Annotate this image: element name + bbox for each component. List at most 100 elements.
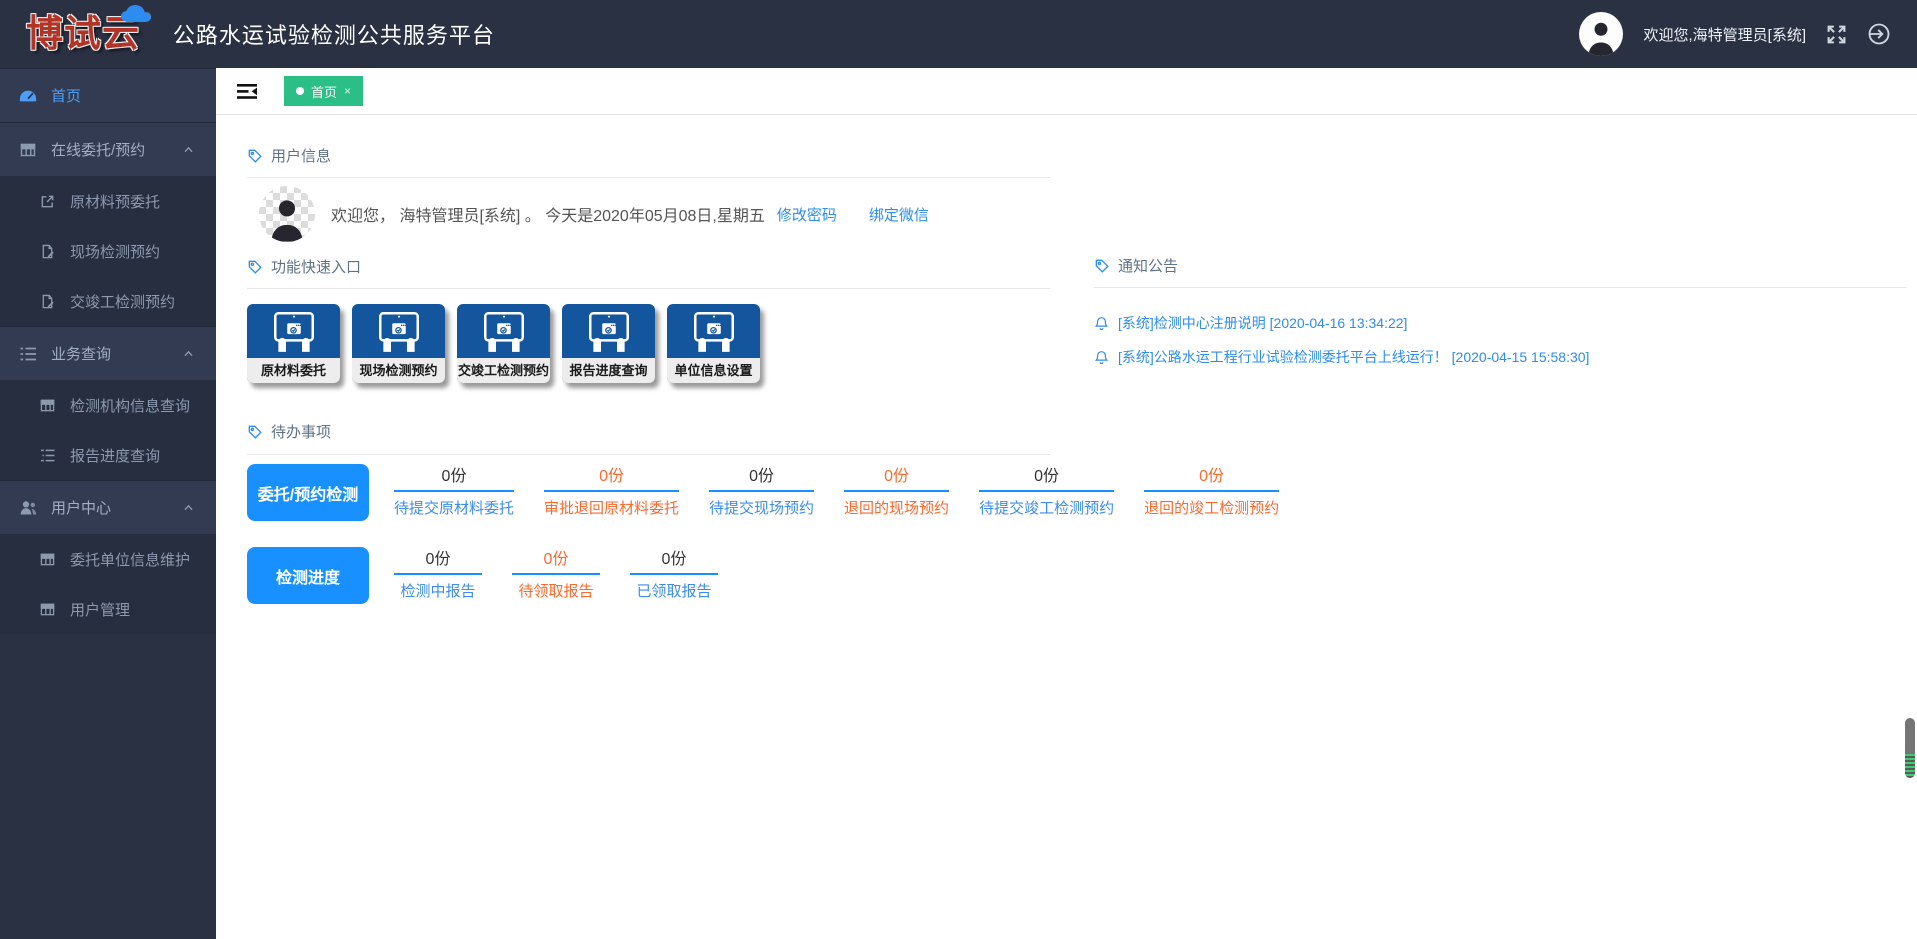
- stat-label-link[interactable]: 审批退回原材料委托: [544, 492, 679, 521]
- file-edit-icon: [38, 294, 56, 309]
- stat-count: 0份: [979, 464, 1114, 492]
- tile-report-progress-query[interactable]: 报告进度查询: [562, 304, 655, 383]
- stat-label-link[interactable]: 待提交竣工检测预约: [979, 492, 1114, 521]
- stat-label-link[interactable]: 待领取报告: [512, 575, 600, 604]
- sidebar-item-user-management[interactable]: 用户管理: [0, 584, 216, 634]
- stat-columns: 0份 检测中报告 0份 待领取报告 0份 已领取报告: [379, 547, 733, 604]
- tag-icon: [247, 424, 263, 440]
- stat-label-link[interactable]: 已领取报告: [630, 575, 718, 604]
- sidebar-item-label: 首页: [51, 85, 81, 106]
- sidebar-item-label: 检测机构信息查询: [70, 395, 190, 416]
- notice-panel: 通知公告 [系统]检测中心注册说明 [2020-04-16 13:34:22] …: [1094, 255, 1907, 374]
- cloud-icon: [119, 5, 153, 23]
- avatar-person-icon: [1584, 18, 1618, 56]
- tasks-list-icon: [38, 449, 56, 462]
- divider: [247, 288, 1050, 289]
- section-title: 功能快速入口: [271, 256, 361, 277]
- tab-active-dot-icon: [296, 87, 304, 95]
- page-content: 用户信息 欢迎您， 海特管理员[系统] 。 今天是2020年05月08日,星期五…: [216, 115, 1917, 939]
- stat-label-link[interactable]: 待提交原材料委托: [394, 492, 514, 521]
- topbar-right: 欢迎您,海特管理员[系统]: [1579, 12, 1891, 56]
- chevron-up-icon: [183, 350, 194, 357]
- stat-pending-completion-booking: 0份 待提交竣工检测预约: [964, 464, 1129, 521]
- table-icon: [38, 398, 56, 413]
- table-icon: [38, 552, 56, 567]
- sidebar-item-report-progress-query[interactable]: 报告进度查询: [0, 430, 216, 480]
- test-progress-button[interactable]: 检测进度: [247, 547, 369, 604]
- tablet-check-icon: [457, 304, 550, 358]
- dashboard-icon: [19, 89, 37, 103]
- tablet-check-icon: [247, 304, 340, 358]
- tile-label: 交竣工检测预约: [457, 358, 550, 383]
- tile-label: 单位信息设置: [667, 358, 760, 383]
- section-notices: 通知公告: [1094, 255, 1907, 276]
- section-title: 用户信息: [271, 145, 331, 166]
- sidebar-item-raw-material-pre-entrust[interactable]: 原材料预委托: [0, 176, 216, 226]
- tile-site-test-booking[interactable]: 现场检测预约: [352, 304, 445, 383]
- menu-fold-icon[interactable]: [237, 83, 257, 100]
- tile-label: 报告进度查询: [562, 358, 655, 383]
- stat-label-link[interactable]: 退回的现场预约: [844, 492, 949, 521]
- users-icon: [19, 500, 37, 515]
- bell-icon: [1094, 316, 1109, 331]
- sidebar-item-label: 现场检测预约: [70, 241, 160, 262]
- stat-count: 0份: [1144, 464, 1279, 492]
- tile-completion-test-booking[interactable]: 交竣工检测预约: [457, 304, 550, 383]
- stat-count: 0份: [512, 547, 600, 575]
- bind-wechat-link[interactable]: 绑定微信: [869, 204, 929, 225]
- tab-home[interactable]: 首页 ×: [284, 76, 363, 106]
- fullscreen-arrows-icon[interactable]: [1826, 24, 1847, 45]
- bell-icon: [1094, 350, 1109, 365]
- sidebar-item-online-entrust[interactable]: 在线委托/预约: [0, 122, 216, 176]
- scrollbar-grip-icon: [1905, 754, 1915, 778]
- tag-icon: [1094, 258, 1110, 274]
- stat-testing-reports: 0份 检测中报告: [379, 547, 497, 604]
- change-password-link[interactable]: 修改密码: [777, 204, 837, 225]
- entrust-booking-button[interactable]: 委托/预约检测: [247, 464, 369, 521]
- tag-icon: [247, 148, 263, 164]
- stat-pending-raw-material: 0份 待提交原材料委托: [379, 464, 529, 521]
- stat-count: 0份: [709, 464, 814, 492]
- stat-label-link[interactable]: 退回的竣工检测预约: [1144, 492, 1279, 521]
- section-user-info: 用户信息: [247, 145, 1917, 166]
- avatar[interactable]: [1579, 12, 1623, 56]
- sidebar-item-business-query[interactable]: 业务查询: [0, 326, 216, 380]
- stat-returned-raw-material: 0份 审批退回原材料委托: [529, 464, 694, 521]
- sidebar-item-label: 用户中心: [51, 497, 111, 518]
- divider: [247, 454, 1050, 455]
- sidebar-item-label: 在线委托/预约: [51, 139, 145, 160]
- tile-raw-material-entrust[interactable]: 原材料委托: [247, 304, 340, 383]
- stat-label-link[interactable]: 待提交现场预约: [709, 492, 814, 521]
- submenu-online-entrust: 原材料预委托 现场检测预约 交竣工检测预约: [0, 176, 216, 326]
- stat-count: 0份: [630, 547, 718, 575]
- sidebar-item-user-center[interactable]: 用户中心: [0, 480, 216, 534]
- sidebar-item-home[interactable]: 首页: [0, 68, 216, 122]
- welcome-row: 欢迎您， 海特管理员[系统] 。 今天是2020年05月08日,星期五 修改密码…: [247, 186, 1917, 242]
- tile-unit-info-settings[interactable]: 单位信息设置: [667, 304, 760, 383]
- sidebar-item-completion-test-booking[interactable]: 交竣工检测预约: [0, 276, 216, 326]
- tablet-check-icon: [562, 304, 655, 358]
- stat-pending-site-booking: 0份 待提交现场预约: [694, 464, 829, 521]
- submenu-user-center: 委托单位信息维护 用户管理: [0, 534, 216, 634]
- notice-item[interactable]: [系统]检测中心注册说明 [2020-04-16 13:34:22]: [1094, 306, 1907, 340]
- tablet-check-icon: [667, 304, 760, 358]
- tab-close-icon[interactable]: ×: [344, 84, 351, 98]
- tab-bar: 首页 ×: [216, 68, 1917, 115]
- scrollbar-thumb[interactable]: [1905, 718, 1915, 778]
- todo-row-entrust: 委托/预约检测 0份 待提交原材料委托 0份 审批退回原材料委托 0份 待提交现…: [247, 464, 1917, 521]
- tab-label: 首页: [311, 82, 337, 101]
- top-bar: 博试云 ® 公路水运试验检测公共服务平台 欢迎您,海特管理员[系统]: [0, 0, 1917, 68]
- app-title: 公路水运试验检测公共服务平台: [173, 18, 495, 50]
- stat-count: 0份: [844, 464, 949, 492]
- stat-count: 0份: [544, 464, 679, 492]
- divider: [247, 177, 1050, 178]
- stat-reports-to-collect: 0份 待领取报告: [497, 547, 615, 604]
- logout-circle-arrow-icon[interactable]: [1867, 22, 1891, 46]
- divider: [1094, 287, 1907, 288]
- stat-label-link[interactable]: 检测中报告: [394, 575, 482, 604]
- sidebar-item-agency-info-query[interactable]: 检测机构信息查询: [0, 380, 216, 430]
- logo[interactable]: 博试云 ®: [26, 12, 151, 56]
- notice-item[interactable]: [系统]公路水运工程行业试验检测委托平台上线运行！ [2020-04-15 15…: [1094, 340, 1907, 374]
- sidebar-item-entrust-unit-info[interactable]: 委托单位信息维护: [0, 534, 216, 584]
- sidebar-item-site-test-booking[interactable]: 现场检测预约: [0, 226, 216, 276]
